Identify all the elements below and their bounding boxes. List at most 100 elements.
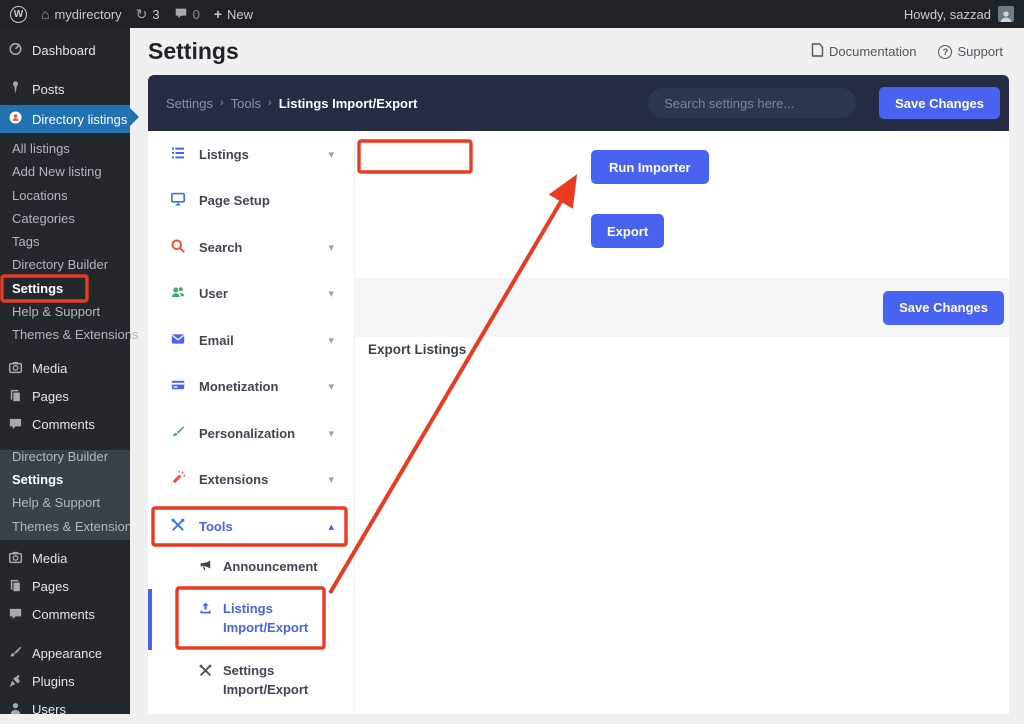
sidebar-item-settings[interactable]: Settings [0,277,130,300]
sidebar-item-help-support[interactable]: Help & Support [0,300,130,323]
site-name: mydirectory [54,7,121,22]
site-menu[interactable]: ⌂ mydirectory [41,0,122,28]
import-export-pane: Import Listings Run Importer Export List… [355,131,1009,714]
nav-subitem-settings-import-export[interactable]: SettingsImport/Export [148,652,354,710]
sidebar-item-appearance[interactable]: Appearance [0,640,130,668]
breadcrumb-tools[interactable]: Tools [231,96,261,111]
sidebar-item-dashboard[interactable]: Dashboard [0,36,130,64]
nav-item-user[interactable]: User ▾ [148,271,354,318]
sidebar-item-pages[interactable]: Pages [0,383,130,411]
updates-menu[interactable]: ↻ 3 [136,0,160,28]
refresh-icon: ↻ [136,7,148,21]
list-icon [170,145,199,164]
nav-item-email[interactable]: Email ▾ [148,317,354,364]
page-header: Settings Documentation ? Support [148,28,1009,75]
sidebar-item-media[interactable]: Media [0,545,130,573]
search-settings-input[interactable] [648,88,856,118]
plug-icon [8,673,23,691]
sidebar-item-posts[interactable]: Posts [0,75,130,103]
sidebar-item-pages[interactable]: Pages [0,573,130,601]
howdy-text[interactable]: Howdy, sazzad [904,7,991,22]
nav-item-monetization[interactable]: Monetization ▾ [148,364,354,411]
export-button[interactable]: Export [591,214,664,248]
wp-logo-menu[interactable]: W [10,0,27,28]
nav-item-listings[interactable]: Listings ▾ [148,131,354,178]
brush-icon [8,645,23,663]
document-icon [811,43,824,60]
page-title: Settings [148,38,239,65]
plus-icon: + [214,7,222,21]
directory-submenu: All listings Add New listing Locations C… [0,137,130,347]
comment-bubble-icon [174,6,188,23]
update-count: 3 [152,7,159,22]
directory-listings-icon [8,110,23,128]
export-listings-label: Export Listings [368,342,466,357]
comment-bubble-icon [8,416,23,434]
faded-duplicate-submenu: Directory Builder Settings Help & Suppor… [0,450,130,540]
comments-menu[interactable]: 0 [174,0,200,28]
nav-item-personalization[interactable]: Personalization ▾ [148,410,354,457]
new-label: New [227,7,253,22]
breadcrumb-separator: › [268,97,272,109]
chevron-up-icon: ▴ [328,520,334,533]
sidebar-item-all-listings[interactable]: All listings [0,137,130,160]
sidebar-item-locations[interactable]: Locations [0,184,130,207]
sidebar-item-themes-extensions[interactable]: Themes & Extensions [0,515,130,538]
sidebar-item-directory-builder[interactable]: Directory Builder [0,253,130,276]
sidebar-item-help-support[interactable]: Help & Support [0,491,130,514]
sidebar-item-comments[interactable]: Comments [0,601,130,629]
sidebar-item-categories[interactable]: Categories [0,207,130,230]
nav-item-tools[interactable]: Tools ▴ [148,503,354,550]
sidebar-item-settings[interactable]: Settings [0,468,130,491]
tools-icon [198,661,223,681]
pin-icon [8,80,23,98]
active-submenu-indicator [148,589,152,650]
sidebar-item-comments[interactable]: Comments [0,411,130,439]
chevron-down-icon: ▾ [328,148,334,161]
monitor-icon [170,191,199,210]
run-importer-button[interactable]: Run Importer [591,150,709,184]
chevron-down-icon: ▾ [328,427,334,440]
credit-card-icon [170,377,199,396]
chevron-down-icon: ▾ [328,334,334,347]
save-changes-button[interactable]: Save Changes [883,291,1004,325]
settings-toolbar: Settings › Tools › Listings Import/Expor… [148,75,1009,131]
nav-subitem-announcement[interactable]: Announcement [148,550,354,584]
wordpress-logo-icon: W [10,6,27,23]
dashboard-icon [8,41,23,59]
sidebar-item-themes-extensions[interactable]: Themes & Extensions [0,323,130,346]
sidebar-item-users[interactable]: Users [0,696,130,724]
question-icon: ? [938,45,952,59]
sidebar-item-plugins[interactable]: Plugins [0,668,130,696]
settings-nav: Listings ▾ Page Setup Search ▾ User ▾ [148,131,355,714]
wp-sidebar: Dashboard Posts Directory listings All l… [0,28,130,714]
avatar[interactable] [998,6,1014,22]
nav-subitem-listings-import-export[interactable]: ListingsImport/Export [148,590,354,648]
user-icon [8,701,23,719]
breadcrumb-separator: › [220,97,224,109]
settings-card: Listings ▾ Page Setup Search ▾ User ▾ [148,131,1009,714]
save-changes-button[interactable]: Save Changes [879,87,1000,119]
sidebar-item-directory-builder[interactable]: Directory Builder [0,450,130,468]
megaphone-icon [198,558,223,576]
sidebar-item-add-new-listing[interactable]: Add New listing [0,160,130,183]
breadcrumb-current: Listings Import/Export [279,96,418,111]
magic-wand-icon [170,470,199,489]
media-icon [8,360,23,378]
sidebar-item-directory-listings[interactable]: Directory listings [0,105,130,133]
upload-icon [198,599,223,619]
admin-bar: W ⌂ mydirectory ↻ 3 0 + New Howdy, sazza… [0,0,1024,28]
pages-icon [8,388,23,406]
search-icon [170,238,199,257]
support-link[interactable]: ? Support [938,44,1003,59]
nav-item-page-setup[interactable]: Page Setup [148,178,354,225]
documentation-link[interactable]: Documentation [811,43,916,60]
breadcrumb-settings[interactable]: Settings [166,96,213,111]
nav-item-search[interactable]: Search ▾ [148,224,354,271]
new-menu[interactable]: + New [214,0,253,28]
sidebar-item-tags[interactable]: Tags [0,230,130,253]
nav-item-extensions[interactable]: Extensions ▾ [148,457,354,504]
active-menu-arrow [130,108,139,126]
sidebar-item-media[interactable]: Media [0,355,130,383]
card-footer: Save Changes [355,278,1009,337]
